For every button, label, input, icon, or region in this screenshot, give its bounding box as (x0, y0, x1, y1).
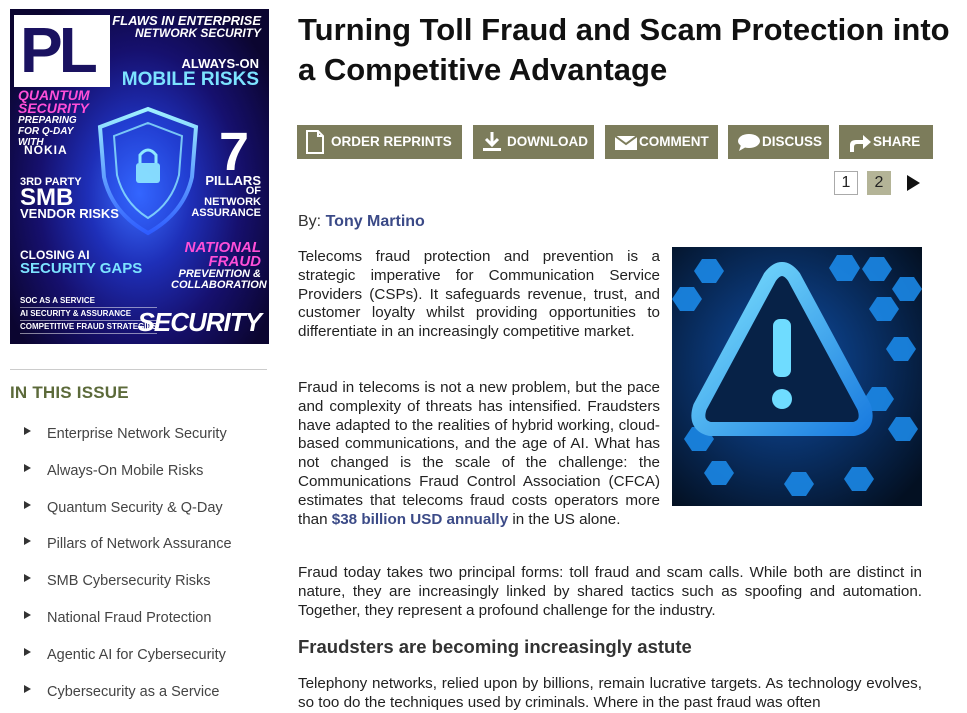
discuss-button[interactable]: DISCUSS (728, 125, 829, 159)
bullet-arrow-icon (24, 427, 31, 435)
cover-pillars: PILLARS OF NETWORK ASSURANCE (191, 173, 261, 219)
sidebar-title: IN THIS ISSUE (10, 383, 129, 402)
magazine-logo: PL (14, 14, 110, 87)
page: PL FLAWS IN ENTERPRISE NETWORK SECURITY … (0, 0, 967, 713)
page-2-current[interactable]: 2 (867, 171, 891, 195)
author-link[interactable]: Tony Martino (326, 213, 425, 230)
download-button[interactable]: DOWNLOAD (473, 125, 594, 159)
article-paragraph: Fraud today takes two principal forms: t… (298, 564, 922, 619)
bullet-arrow-icon (24, 684, 31, 693)
document-icon (306, 130, 324, 154)
envelope-icon (614, 135, 638, 150)
bullet-arrow-icon (24, 537, 31, 546)
magazine-cover[interactable]: PL FLAWS IN ENTERPRISE NETWORK SECURITY … (10, 9, 269, 344)
section-heading: Fraudsters are becoming increasingly ast… (298, 636, 692, 657)
share-button[interactable]: SHARE (839, 125, 933, 159)
article-title: Turning Toll Fraud and Scam Protection i… (298, 12, 950, 87)
bullet-arrow-icon (24, 574, 31, 583)
issue-link[interactable]: Cybersecurity as a Service (47, 684, 219, 700)
cover-seven: 7 (218, 122, 249, 182)
download-icon (483, 132, 501, 151)
article-paragraph: Fraud in telecoms is not a new problem, … (298, 379, 660, 528)
comment-button[interactable]: COMMENT (605, 125, 718, 159)
cover-smb: 3RD PARTY SMB VENDOR RISKS (20, 176, 119, 221)
bullet-arrow-icon (24, 500, 31, 509)
order-reprints-button[interactable]: ORDER REPRINTS (297, 125, 462, 159)
cfca-stat-link[interactable]: $38 billion USD annually (332, 511, 508, 528)
byline: By: Tony Martino (298, 213, 425, 231)
cover-national-fraud: NATIONAL FRAUD PREVENTION & COLLABORATIO… (171, 239, 267, 291)
bullet-arrow-icon (24, 647, 31, 656)
speech-bubble-icon (738, 134, 760, 151)
cover-nokia-logo: NOKIA (24, 143, 68, 157)
issue-link[interactable]: Quantum Security & Q-Day (47, 500, 223, 516)
issue-link[interactable]: Enterprise Network Security (47, 426, 227, 442)
issue-link[interactable]: SMB Cybersecurity Risks (47, 573, 211, 589)
byline-label: By: (298, 213, 322, 230)
bullet-arrow-icon (24, 610, 31, 619)
cover-quantum-security: QUANTUM SECURITY PREPARING FOR Q-DAY WIT… (18, 87, 90, 148)
cover-mobile-risks: ALWAYS-ON MOBILE RISKS (121, 56, 259, 90)
bullet-arrow-icon (24, 463, 31, 472)
warning-triangle-icon (672, 247, 922, 506)
next-arrow-icon[interactable] (907, 175, 920, 191)
article-paragraph: Telecoms fraud protection and prevention… (298, 248, 660, 341)
issue-link[interactable]: Agentic AI for Cybersecurity (47, 647, 226, 663)
sidebar-divider (10, 369, 267, 370)
cover-security-word: SECURITY (137, 307, 262, 337)
share-arrow-icon (850, 135, 871, 152)
cover-ai-gaps: CLOSING AI SECURITY GAPS (20, 248, 143, 277)
page-1-link[interactable]: 1 (834, 171, 858, 195)
article-image (672, 247, 922, 506)
issue-link[interactable]: Always-On Mobile Risks (47, 463, 203, 479)
cover-headline: FLAWS IN ENTERPRISE NETWORK SECURITY (112, 13, 261, 40)
issue-link[interactable]: National Fraud Protection (47, 610, 211, 626)
issue-link[interactable]: Pillars of Network Assurance (47, 536, 232, 552)
article-paragraph: Telephony networks, relied upon by billi… (298, 675, 922, 711)
